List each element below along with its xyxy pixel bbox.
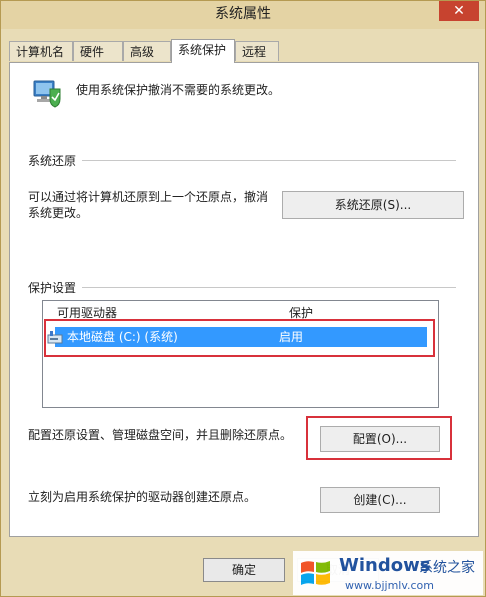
close-icon: ✕ [453, 3, 465, 19]
restore-divider [28, 160, 456, 161]
restore-description-line2: 系统更改。 [28, 206, 89, 220]
tab-advanced[interactable]: 高级 [123, 41, 171, 61]
restore-section-label: 系统还原 [28, 152, 83, 169]
tab-remote[interactable]: 远程 [235, 41, 279, 61]
watermark: Windows 系统之家 www.bjjmlv.com [293, 551, 483, 595]
system-restore-button[interactable]: 系统还原(S)... [282, 191, 464, 219]
drive-row-highlight [44, 319, 435, 357]
create-button[interactable]: 创建(C)... [320, 487, 440, 513]
close-button[interactable]: ✕ [439, 1, 479, 21]
watermark-brand: Windows [339, 555, 431, 576]
tab-computer-name[interactable]: 计算机名 [9, 41, 73, 61]
create-description: 立刻为启用系统保护的驱动器创建还原点。 [28, 490, 257, 504]
config-description: 配置还原设置、管理磁盘空间，并且删除还原点。 [28, 428, 293, 442]
watermark-site-name: 系统之家 [419, 560, 475, 576]
title-bar: 系统属性 [1, 1, 485, 29]
restore-description-line1: 可以通过将计算机还原到上一个还原点，撤消 [28, 190, 269, 204]
configure-button-highlight [306, 416, 452, 460]
ok-button[interactable]: 确定 [203, 558, 285, 582]
watermark-url: www.bjjmlv.com [345, 579, 434, 592]
intro-text: 使用系统保护撤消不需要的系统更改。 [76, 83, 281, 97]
system-protection-icon [33, 80, 61, 108]
drive-list-header: 可用驱动器 保护 [43, 301, 438, 320]
system-protection-panel: 使用系统保护撤消不需要的系统更改。 系统还原 可以通过将计算机还原到上一个还原点… [9, 62, 479, 537]
tab-hardware[interactable]: 硬件 [73, 41, 123, 61]
windows-logo-icon [301, 561, 330, 585]
protection-divider [28, 287, 456, 288]
tab-system-protection[interactable]: 系统保护 [171, 39, 235, 63]
system-properties-window: 系统属性 ✕ 计算机名 硬件 高级 系统保护 远程 使用系统保护撤消不需要的系统… [0, 0, 486, 597]
window-title: 系统属性 [215, 6, 271, 22]
tab-strip: 计算机名 硬件 高级 系统保护 远程 [9, 39, 479, 63]
protection-section-label: 保护设置 [28, 279, 83, 296]
